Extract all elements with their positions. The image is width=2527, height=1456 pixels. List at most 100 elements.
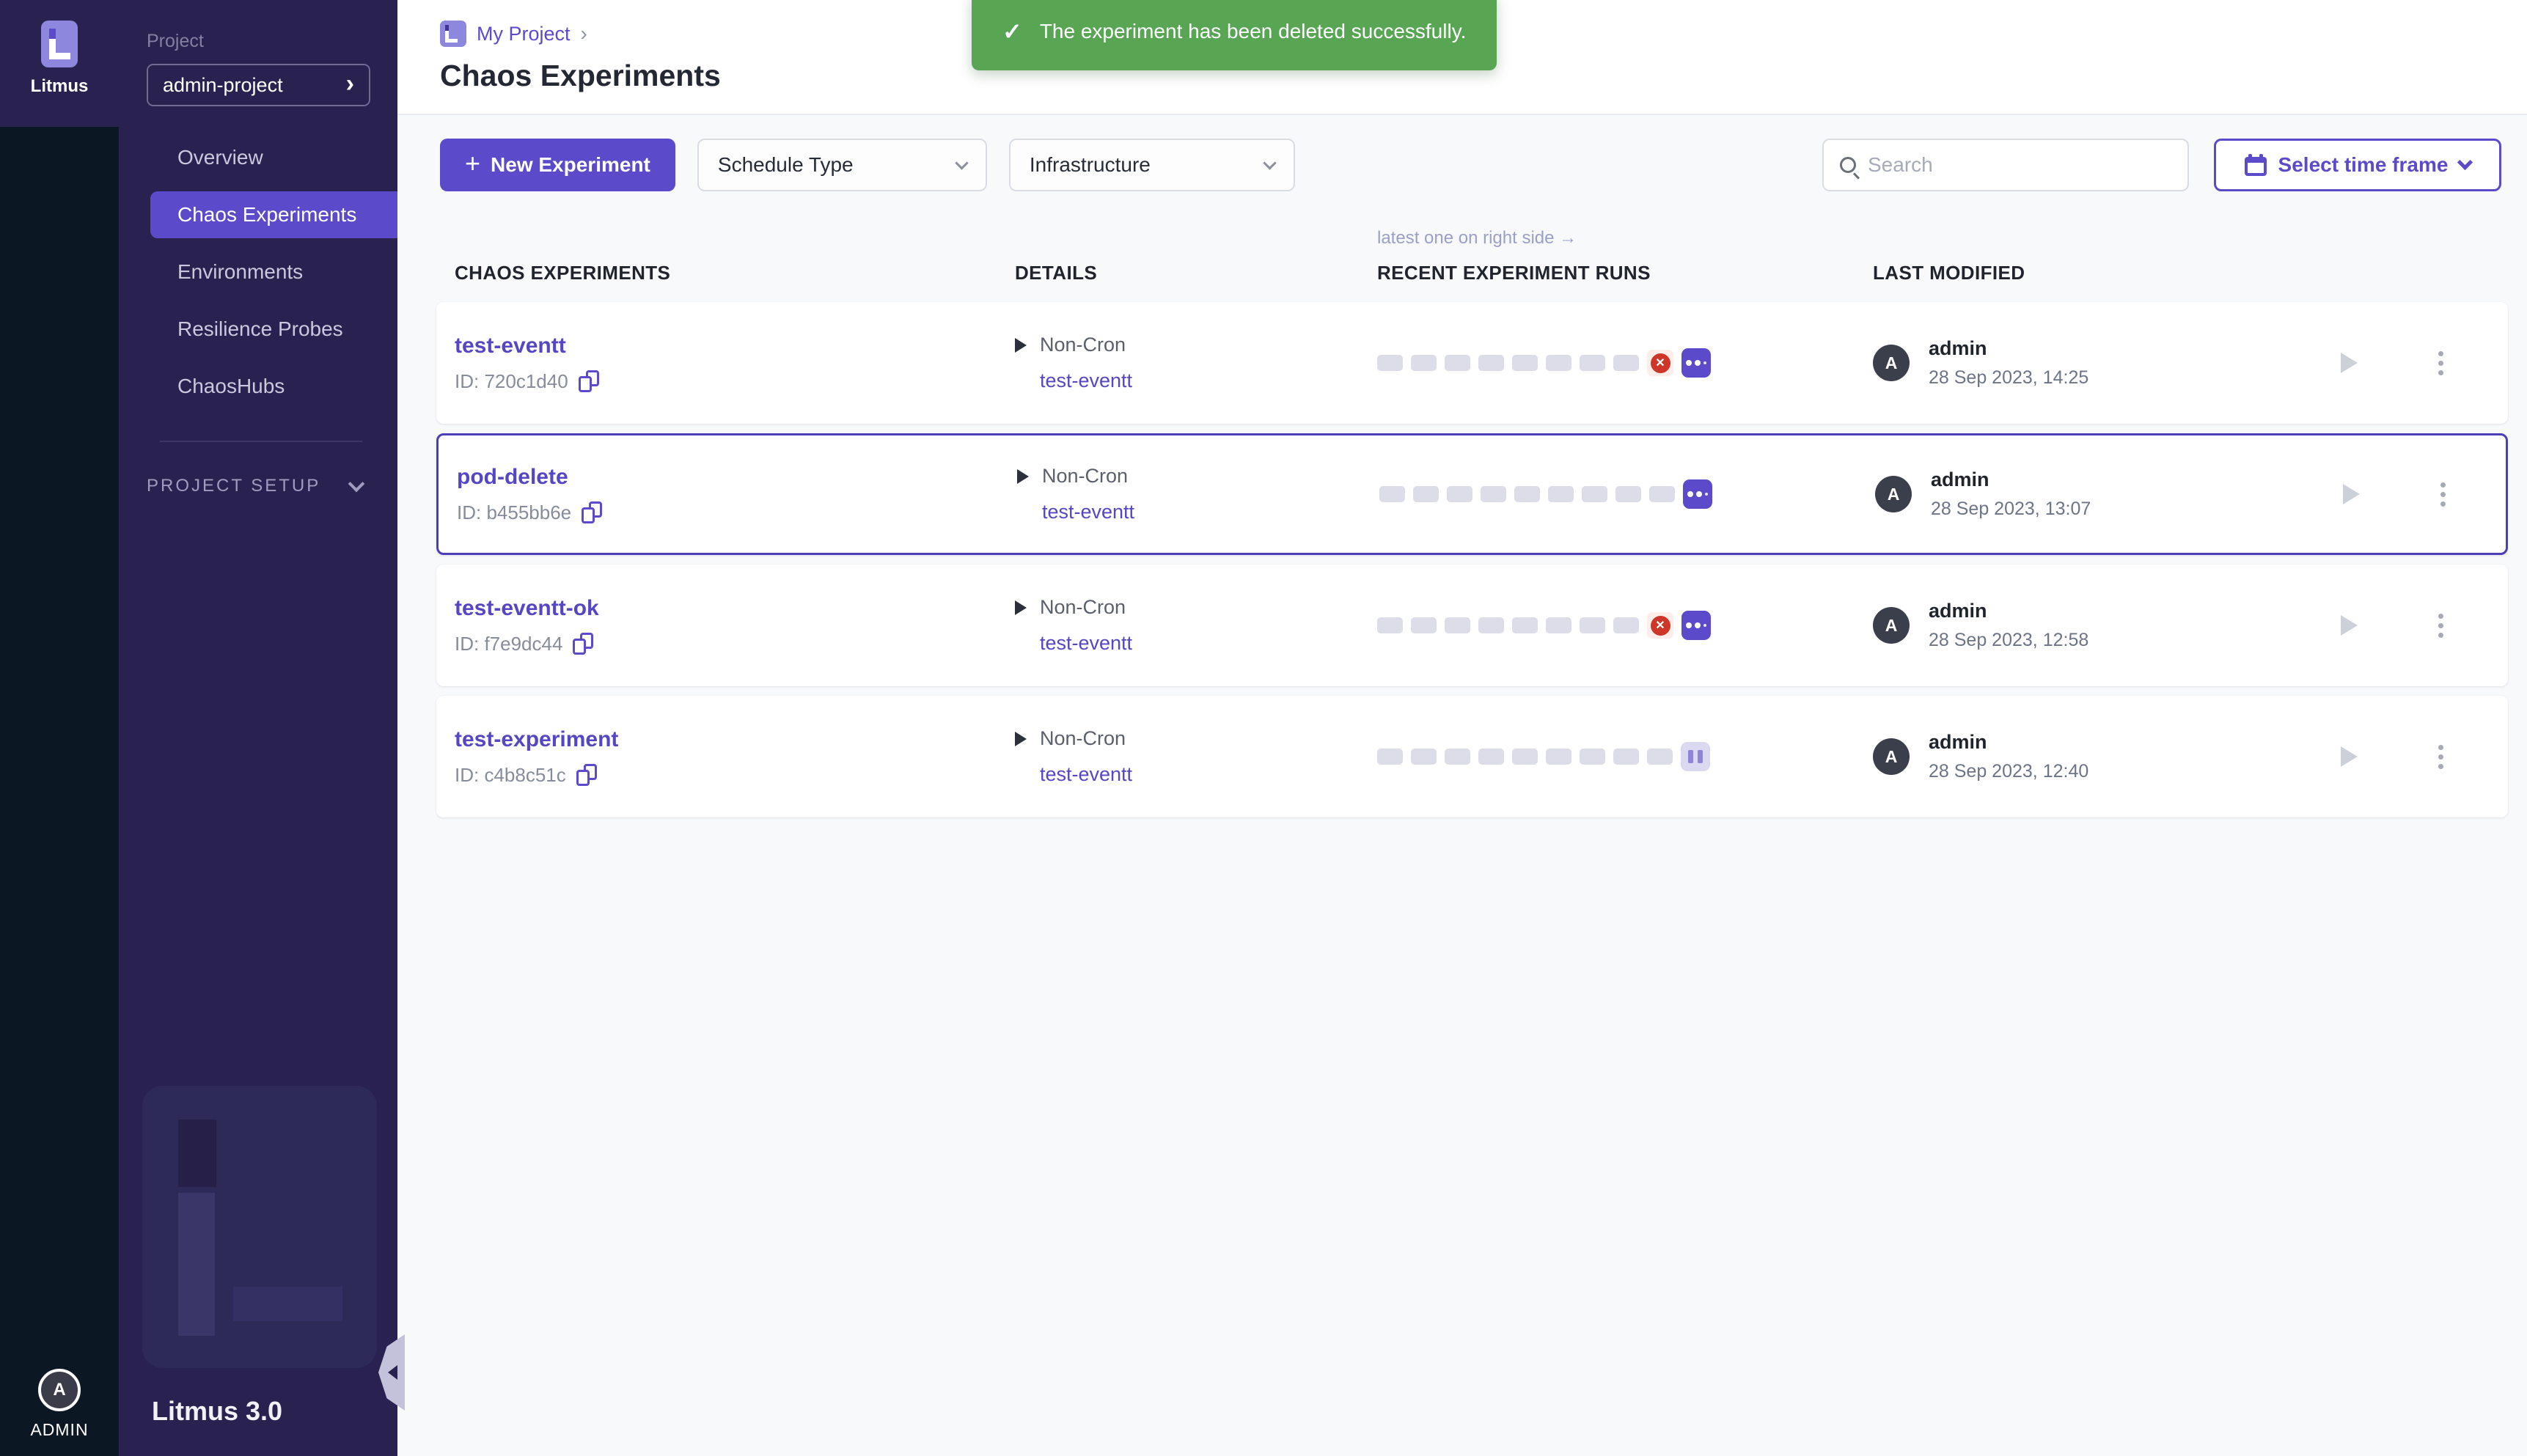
select-time-frame-button[interactable]: Select time frame [2214,139,2501,191]
run-experiment-button[interactable] [2341,746,2358,767]
schedule-type: Non-Cron [1040,334,1126,356]
table-row[interactable]: test-eventt ID: 720c1d40 Non-Cron test-e… [436,302,2508,424]
project-setup-toggle[interactable]: PROJECT SETUP [147,476,362,496]
run-experiment-button[interactable] [2341,615,2358,636]
run-empty-slot [1445,749,1470,765]
sidebar-item-environments[interactable]: Environments [119,249,397,295]
experiment-name-link[interactable]: pod-delete [457,465,1017,490]
last-modified-cell: A admin28 Sep 2023, 12:58 [1873,600,2335,651]
success-toast[interactable]: ✓ The experiment has been deleted succes… [972,0,1497,70]
project-selector[interactable]: admin-project › [147,64,370,106]
schedule-type-select[interactable]: Schedule Type [697,139,987,191]
run-experiment-button[interactable] [2341,353,2358,373]
sidebar-item-label: ChaosHubs [177,375,285,398]
sidebar-item-label: Overview [177,146,263,169]
table-row[interactable]: test-eventt-ok ID: f7e9dc44 Non-Cron tes… [436,565,2508,686]
row-actions [2335,609,2508,642]
row-menu-button[interactable] [2434,609,2448,642]
row-menu-button[interactable] [2436,478,2450,511]
column-header-recent-runs: RECENT EXPERIMENT RUNS [1377,262,1873,284]
rail-user-block: A ADMIN [0,1369,119,1440]
toolbar: + New Experiment Schedule Type Infrastru… [440,139,2501,191]
run-empty-slot [1447,486,1472,502]
play-icon [1015,600,1027,615]
table-header: CHAOS EXPERIMENTS DETAILS latest one on … [436,228,2501,284]
experiment-name-link[interactable]: test-experiment [455,727,1015,752]
run-failed-status-icon[interactable]: ✕ [1647,612,1673,639]
table-row[interactable]: test-experiment ID: c4b8c51c Non-Cron te… [436,696,2508,817]
modified-date: 28 Sep 2023, 14:25 [1929,367,2088,389]
admin-avatar[interactable]: A [38,1369,81,1411]
copy-icon[interactable] [576,764,597,786]
left-rail: Litmus A ADMIN [0,0,119,1456]
version-label: Litmus 3.0 [152,1396,282,1427]
run-empty-slot [1647,749,1673,765]
hub-link[interactable]: test-eventt [1042,501,1379,523]
modified-date: 28 Sep 2023, 12:40 [1929,761,2088,782]
last-modified-cell: A admin28 Sep 2023, 14:25 [1873,337,2335,389]
run-empty-slot [1546,617,1571,633]
experiment-name-link[interactable]: test-eventt [455,334,1015,359]
row-menu-button[interactable] [2434,740,2448,773]
project-name: admin-project [163,74,283,97]
sidebar-item-chaos-experiments[interactable]: Chaos Experiments [150,191,397,238]
sidebar-collapse-handle[interactable] [378,1334,405,1411]
recent-runs [1379,479,1875,509]
play-icon [1015,338,1027,353]
experiment-name-link[interactable]: test-eventt-ok [455,596,1015,621]
run-empty-slot [1377,617,1403,633]
litmus-logo-icon[interactable] [41,21,78,67]
recent-runs: ✕ [1377,611,1873,640]
toast-message: The experiment has been deleted successf… [1040,20,1467,43]
brand-label: Litmus [31,76,89,97]
chevron-down-icon [955,156,968,169]
details-cell: Non-Cron test-eventt [1017,465,1379,523]
run-empty-slot [1478,355,1504,371]
avatar: A [1873,607,1910,644]
search-input[interactable] [1868,153,2171,177]
app-root: Litmus A ADMIN Project admin-project › O… [0,0,2527,1456]
sidebar-item-overview[interactable]: Overview [119,134,397,181]
run-paused-status-icon[interactable] [1681,742,1710,771]
copy-icon[interactable] [573,633,593,655]
column-header-last-modified: LAST MODIFIED [1873,262,2335,284]
run-failed-status-icon[interactable]: ✕ [1647,350,1673,376]
infrastructure-value: Infrastructure [1030,153,1151,177]
hub-link[interactable]: test-eventt [1040,763,1377,786]
sidebar-item-resilience-probes[interactable]: Resilience Probes [119,306,397,353]
run-empty-slot [1580,749,1605,765]
hub-link[interactable]: test-eventt [1040,632,1377,655]
sidebar-item-label: Environments [177,260,303,284]
project-label: Project [147,31,397,52]
run-running-status-icon[interactable] [1683,479,1712,509]
experiment-cell: test-experiment ID: c4b8c51c [455,727,1015,787]
breadcrumb-my-project[interactable]: My Project [477,23,571,45]
check-icon: ✓ [1002,18,1022,45]
recent-runs: ✕ [1377,348,1873,378]
run-experiment-button[interactable] [2343,484,2360,504]
run-empty-slot [1580,355,1605,371]
copy-icon[interactable] [579,370,599,392]
sidebar: Project admin-project › Overview Chaos E… [119,0,397,1456]
plus-icon: + [465,148,480,179]
experiment-id: ID: f7e9dc44 [455,633,562,655]
sidebar-item-chaoshubs[interactable]: ChaosHubs [119,363,397,410]
hub-link[interactable]: test-eventt [1040,369,1377,392]
infrastructure-select[interactable]: Infrastructure [1009,139,1295,191]
run-empty-slot [1377,749,1403,765]
sidebar-divider [160,441,362,442]
chevron-down-icon [2457,154,2473,169]
avatar: A [1873,738,1910,775]
admin-label: ADMIN [30,1420,88,1440]
row-menu-button[interactable] [2434,347,2448,380]
new-experiment-button[interactable]: + New Experiment [440,139,675,191]
run-running-status-icon[interactable] [1681,348,1711,378]
copy-icon[interactable] [582,501,602,523]
run-empty-slot [1580,617,1605,633]
run-empty-slot [1613,617,1639,633]
schedule-type: Non-Cron [1040,596,1126,619]
run-empty-slot [1377,355,1403,371]
run-running-status-icon[interactable] [1681,611,1711,640]
table-row[interactable]: pod-delete ID: b455bb6e Non-Cron test-ev… [436,433,2508,555]
play-icon [1017,469,1029,484]
